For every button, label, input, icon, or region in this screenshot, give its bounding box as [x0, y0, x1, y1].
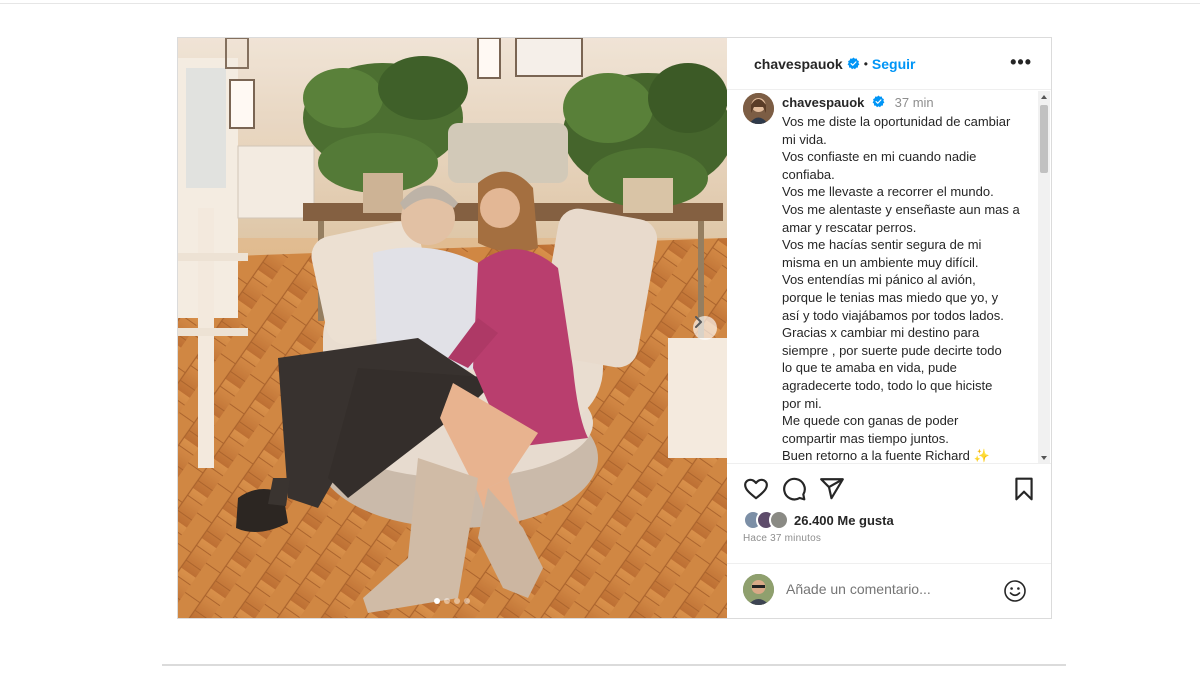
caption-line: Vos me diste la oportunidad de cambiar — [782, 114, 1011, 129]
share-icon[interactable] — [819, 476, 845, 502]
caption-username[interactable]: chavespauok — [782, 95, 864, 110]
caption-line: Me quede con ganas de poder — [782, 413, 959, 429]
caption-text: Vos me diste la oportunidad de cambiar mi… — [782, 113, 1032, 464]
heart-icon[interactable] — [743, 476, 769, 502]
photo-illustration — [178, 38, 727, 618]
caption-line: siempre , por suerte pude decirte todo — [782, 342, 1002, 358]
caption-line: Vos confiaste en mi cuando nadie — [782, 149, 977, 165]
avatar-image — [743, 93, 774, 124]
header-username[interactable]: chavespauok — [754, 56, 843, 72]
caption-line: porque le tenias mas miedo que yo, y — [782, 289, 999, 305]
action-bar — [743, 476, 1039, 504]
carousel-dot — [454, 598, 460, 604]
scroll-up-arrow-icon[interactable] — [1041, 95, 1047, 99]
likes-row: 26.400 Me gusta — [743, 510, 894, 530]
caption-line: Buen retorno a la fuente Richard ✨ — [782, 448, 990, 464]
caption-line: misma en un ambiente muy difícil. — [782, 254, 979, 270]
bookmark-icon[interactable] — [1011, 476, 1037, 502]
caption-line: Gracias x cambiar mi destino para — [782, 325, 980, 341]
more-options-icon[interactable]: ••• — [1010, 52, 1032, 73]
carousel-dot — [464, 598, 470, 604]
verified-badge-icon — [847, 57, 860, 70]
caption-line: agradecerte todo, todo lo que hiciste — [782, 377, 993, 393]
caption-line: Vos me alentaste y enseñaste aun mas a — [782, 201, 1020, 217]
top-divider — [0, 3, 1200, 4]
verified-badge-icon — [872, 95, 885, 108]
chevron-right-icon — [695, 316, 702, 328]
avatar-image — [743, 574, 774, 605]
caption-line: lo que te amaba en vida, pude — [782, 360, 957, 376]
caption-line: amar y rescatar perros. — [782, 219, 917, 235]
comment-icon[interactable] — [781, 476, 807, 502]
post-side-panel: chavespauok • Seguir ••• chavespauok 37 … — [727, 38, 1051, 618]
carousel-next-button[interactable] — [693, 316, 717, 340]
header-separator: • — [863, 56, 868, 71]
liker-avatar — [769, 510, 789, 530]
carousel-indicator — [434, 598, 470, 604]
comment-bar — [727, 563, 1051, 618]
caption-line: así y todo viajábamos por todos lados. — [782, 307, 1004, 323]
caption-line: por mi. — [782, 395, 822, 411]
current-user-avatar — [743, 574, 774, 605]
liker-avatars — [743, 510, 793, 530]
emoji-icon[interactable] — [1003, 579, 1027, 603]
caption-line: Vos me llevaste a recorrer el mundo. — [782, 184, 994, 200]
post-timestamp[interactable]: Hace 37 minutos — [743, 533, 821, 544]
bottom-divider — [162, 664, 1066, 666]
caption-area: chavespauok 37 min Vos me diste la oport… — [727, 91, 1051, 464]
avatar[interactable] — [743, 93, 774, 124]
caption-header: chavespauok 37 min — [782, 95, 934, 110]
post-photo[interactable] — [178, 38, 727, 618]
carousel-dot — [434, 598, 440, 604]
instagram-post-embed: chavespauok • Seguir ••• chavespauok 37 … — [177, 37, 1052, 619]
caption-line: Vos entendías mi pánico al avión, — [782, 272, 976, 288]
likes-count[interactable]: 26.400 Me gusta — [794, 513, 894, 528]
caption-scrollbar[interactable] — [1038, 91, 1050, 463]
post-header: chavespauok • Seguir ••• — [727, 38, 1051, 90]
scroll-down-arrow-icon[interactable] — [1041, 456, 1047, 460]
caption-line: Vos me hacías sentir segura de mi — [782, 237, 982, 253]
follow-button[interactable]: Seguir — [872, 56, 916, 72]
scroll-thumb[interactable] — [1040, 105, 1048, 173]
caption-time[interactable]: 37 min — [895, 95, 934, 110]
caption-line: mi vida. — [782, 131, 827, 147]
carousel-dot — [444, 598, 450, 604]
comment-input[interactable] — [786, 581, 986, 597]
caption-line: compartir mas tiempo juntos. — [782, 430, 949, 446]
caption-line: confiaba. — [782, 166, 835, 182]
